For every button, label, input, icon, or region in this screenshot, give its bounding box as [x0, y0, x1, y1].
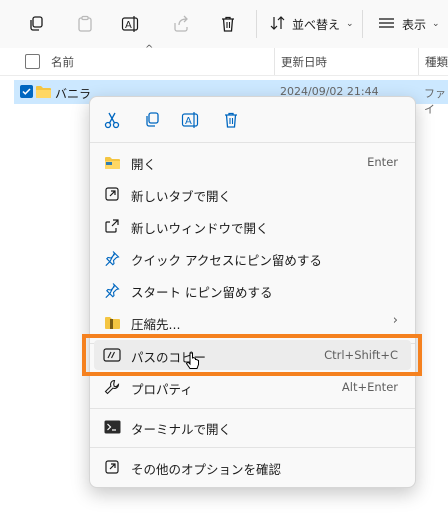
- delete-icon[interactable]: [216, 12, 240, 36]
- menu-item-pin-quick-access[interactable]: クイック アクセスにピン留めする: [94, 243, 411, 273]
- copy-icon[interactable]: [24, 12, 48, 36]
- mouse-cursor-icon: [185, 352, 200, 375]
- chevron-down-icon: ⌄: [432, 19, 440, 29]
- menu-item-label: 新しいタブで開く: [131, 189, 232, 204]
- sort-icon: [270, 15, 286, 34]
- menu-item-shortcut: Alt+Enter: [341, 380, 398, 394]
- menu-divider: [90, 142, 415, 143]
- highlight-box: [82, 334, 422, 376]
- menu-item-label: 新しいウィンドウで開く: [131, 221, 269, 236]
- command-bar: A 並べ替え ⌄ 表示 ⌄: [0, 0, 448, 48]
- menu-item-more-options[interactable]: その他のオプションを確認: [94, 452, 411, 482]
- share-icon[interactable]: [169, 12, 193, 36]
- copy-icon[interactable]: [141, 109, 163, 131]
- menu-item-label: スタート にピン留めする: [131, 285, 273, 300]
- svg-text:A: A: [125, 20, 132, 31]
- svg-text:A: A: [185, 116, 192, 127]
- menu-item-pin-start[interactable]: スタート にピン留めする: [94, 275, 411, 305]
- menu-item-open-new-tab[interactable]: 新しいタブで開く: [94, 179, 411, 209]
- paste-icon[interactable]: [73, 12, 97, 36]
- context-menu: A 開く Enter 新しいタブで開く 新しいウィンドウで開く クイック アクセ…: [89, 96, 416, 488]
- rename-icon[interactable]: A: [180, 109, 202, 131]
- file-type: ファイ: [424, 87, 446, 116]
- menu-item-open-new-window[interactable]: 新しいウィンドウで開く: [94, 211, 411, 241]
- sort-label: 並べ替え: [292, 17, 341, 32]
- column-modified[interactable]: 更新日時: [281, 54, 327, 70]
- rename-icon[interactable]: A: [119, 12, 143, 36]
- view-button[interactable]: 表示 ⌄: [378, 12, 440, 36]
- toolbar-divider: [256, 10, 257, 38]
- column-header: 名前 ^ 更新日時 種類: [0, 44, 448, 76]
- menu-item-label: ターミナルで開く: [131, 422, 232, 437]
- column-divider[interactable]: [274, 48, 275, 75]
- menu-item-label: プロパティ: [131, 382, 193, 397]
- sort-up-icon: ^: [145, 44, 154, 55]
- folder-icon: [103, 153, 121, 171]
- wrench-icon: [103, 378, 121, 396]
- column-name[interactable]: 名前: [51, 54, 74, 70]
- menu-divider: [90, 447, 415, 448]
- menu-item-label: 圧縮先...: [131, 317, 181, 332]
- select-all-checkbox[interactable]: [25, 54, 40, 69]
- menu-item-properties[interactable]: プロパティ Alt+Enter: [94, 372, 411, 402]
- sort-button[interactable]: 並べ替え ⌄: [270, 12, 354, 36]
- toolbar-divider: [362, 10, 363, 38]
- file-name: バニラ: [55, 87, 92, 101]
- more-options-icon: [103, 458, 121, 476]
- menu-item-shortcut: Enter: [367, 155, 398, 169]
- column-type[interactable]: 種類: [425, 54, 448, 70]
- menu-divider: [90, 408, 415, 409]
- pin-icon: [103, 281, 121, 299]
- column-divider[interactable]: [418, 48, 419, 75]
- chevron-down-icon: ⌄: [346, 19, 354, 29]
- cut-icon[interactable]: [101, 109, 123, 131]
- menu-item-open[interactable]: 開く Enter: [94, 147, 411, 177]
- terminal-icon: [103, 418, 121, 436]
- view-icon: [378, 16, 396, 33]
- pin-icon: [103, 249, 121, 267]
- new-tab-icon: [103, 185, 121, 203]
- menu-item-label: その他のオプションを確認: [131, 462, 282, 477]
- menu-item-label: クイック アクセスにピン留めする: [131, 253, 322, 268]
- new-window-icon: [103, 217, 121, 235]
- menu-item-label: 開く: [131, 157, 157, 172]
- view-label: 表示: [402, 17, 427, 32]
- folder-icon: [35, 84, 52, 102]
- menu-item-open-terminal[interactable]: ターミナルで開く: [94, 412, 411, 442]
- menu-item-compress-to[interactable]: 圧縮先... ›: [94, 307, 411, 337]
- zip-icon: [103, 313, 121, 331]
- delete-icon[interactable]: [220, 109, 242, 131]
- chevron-right-icon: ›: [392, 313, 398, 328]
- row-checkbox[interactable]: [20, 85, 33, 98]
